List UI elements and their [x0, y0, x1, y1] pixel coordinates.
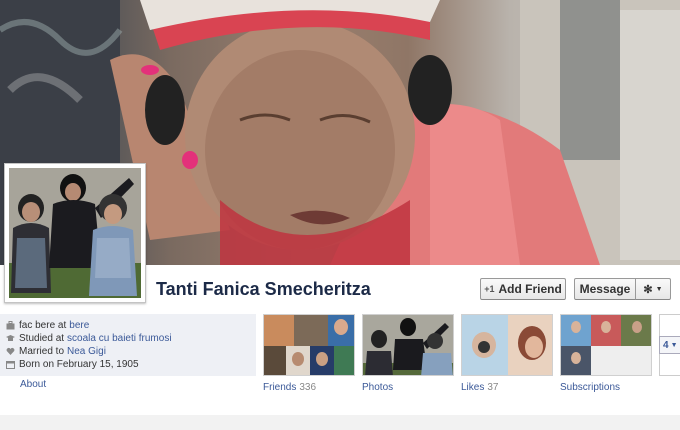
- briefcase-icon: [6, 321, 15, 330]
- info-work-link[interactable]: bere: [69, 320, 89, 331]
- add-friend-label: Add Friend: [498, 282, 562, 296]
- photos-link[interactable]: Photos: [362, 382, 393, 393]
- heart-icon: [6, 347, 15, 355]
- plus-one-icon: +1: [484, 284, 495, 294]
- profile-picture-image: [9, 168, 141, 298]
- settings-button[interactable]: ✻ ▼: [635, 278, 671, 300]
- subscriptions-thumbnail[interactable]: [560, 314, 652, 376]
- likes-collage-image: [462, 315, 552, 375]
- subscriptions-link[interactable]: Subscriptions: [560, 382, 620, 393]
- friends-count: 336: [299, 382, 317, 393]
- info-study-link[interactable]: scoala cu baieti frumosi: [67, 333, 172, 344]
- info-married: Married to Nea Gigi: [6, 345, 106, 358]
- about-link[interactable]: About: [20, 379, 46, 390]
- info-study-text: Studied at: [19, 333, 65, 344]
- chevron-down-icon: ▼: [655, 285, 663, 293]
- photos-preview-image: [363, 315, 453, 375]
- likes-link[interactable]: Likes 37: [461, 382, 498, 393]
- info-work-text: fac bere at: [19, 320, 67, 331]
- info-married-text: Married to: [19, 346, 65, 357]
- photos-thumbnail[interactable]: [362, 314, 454, 376]
- message-label: Message: [579, 282, 631, 296]
- subscriptions-collage-image: [561, 315, 651, 375]
- chevron-down-icon: ▼: [670, 341, 678, 349]
- profile-picture[interactable]: [4, 163, 146, 303]
- friends-collage-image: [264, 315, 354, 375]
- friends-thumbnail[interactable]: [263, 314, 355, 376]
- photos-label: Photos: [362, 382, 394, 393]
- graduation-cap-icon: [6, 335, 15, 341]
- friends-label: Friends: [263, 382, 297, 393]
- info-born-text: Born on February 15, 1905: [19, 359, 139, 370]
- info-born: Born on February 15, 1905: [6, 358, 139, 371]
- info-study: Studied at scoala cu baieti frumosi: [6, 332, 172, 345]
- info-work: fac bere at bere: [6, 319, 89, 332]
- subscriptions-label: Subscriptions: [560, 382, 621, 393]
- profile-info-box: fac bere at bere Studied at scoala cu ba…: [0, 314, 256, 376]
- more-apps-button[interactable]: 4 ▼: [659, 336, 680, 354]
- timeline-divider: [0, 415, 680, 430]
- gear-icon: ✻: [643, 283, 653, 296]
- likes-thumbnail[interactable]: [461, 314, 553, 376]
- more-apps-count: 4: [663, 339, 669, 351]
- profile-name[interactable]: Tanti Fanica Smecheritza: [156, 279, 371, 300]
- friends-link[interactable]: Friends 336: [263, 382, 316, 393]
- likes-label: Likes: [461, 382, 485, 393]
- add-friend-button[interactable]: +1 Add Friend: [480, 278, 566, 300]
- message-button[interactable]: Message: [574, 278, 636, 300]
- info-married-link[interactable]: Nea Gigi: [67, 346, 106, 357]
- likes-count: 37: [487, 382, 499, 393]
- calendar-icon: [6, 361, 15, 369]
